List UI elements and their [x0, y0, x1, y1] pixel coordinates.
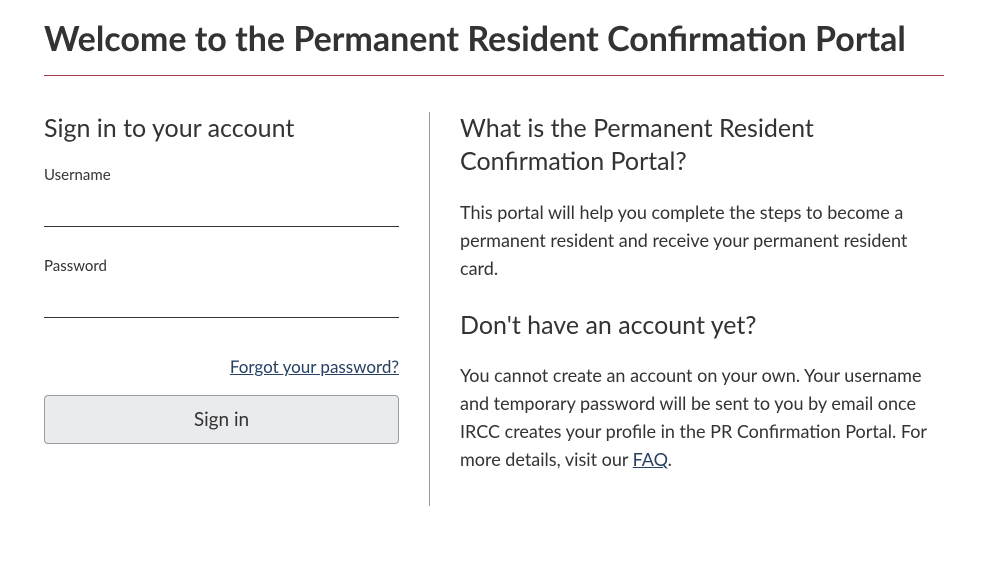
- noaccount-body-post: .: [668, 448, 672, 470]
- signin-button[interactable]: Sign in: [44, 395, 399, 444]
- signin-panel: Sign in to your account Username Passwor…: [44, 112, 429, 506]
- main-columns: Sign in to your account Username Passwor…: [44, 112, 944, 506]
- info-panel: What is the Permanent Resident Confirmat…: [429, 112, 944, 506]
- username-input[interactable]: [44, 196, 399, 227]
- divider-red: [44, 75, 944, 76]
- what-heading: What is the Permanent Resident Confirmat…: [460, 112, 944, 180]
- page-title: Welcome to the Permanent Resident Confir…: [44, 18, 944, 61]
- password-input[interactable]: [44, 287, 399, 318]
- forgot-password-link[interactable]: Forgot your password?: [230, 356, 399, 377]
- what-body: This portal will help you complete the s…: [460, 199, 944, 283]
- noaccount-heading: Don't have an account yet?: [460, 309, 944, 343]
- faq-link[interactable]: FAQ: [633, 448, 668, 470]
- username-label: Username: [44, 166, 399, 184]
- noaccount-body: You cannot create an account on your own…: [460, 362, 944, 474]
- signin-heading: Sign in to your account: [44, 112, 399, 145]
- password-label: Password: [44, 257, 399, 275]
- noaccount-body-pre: You cannot create an account on your own…: [460, 364, 927, 470]
